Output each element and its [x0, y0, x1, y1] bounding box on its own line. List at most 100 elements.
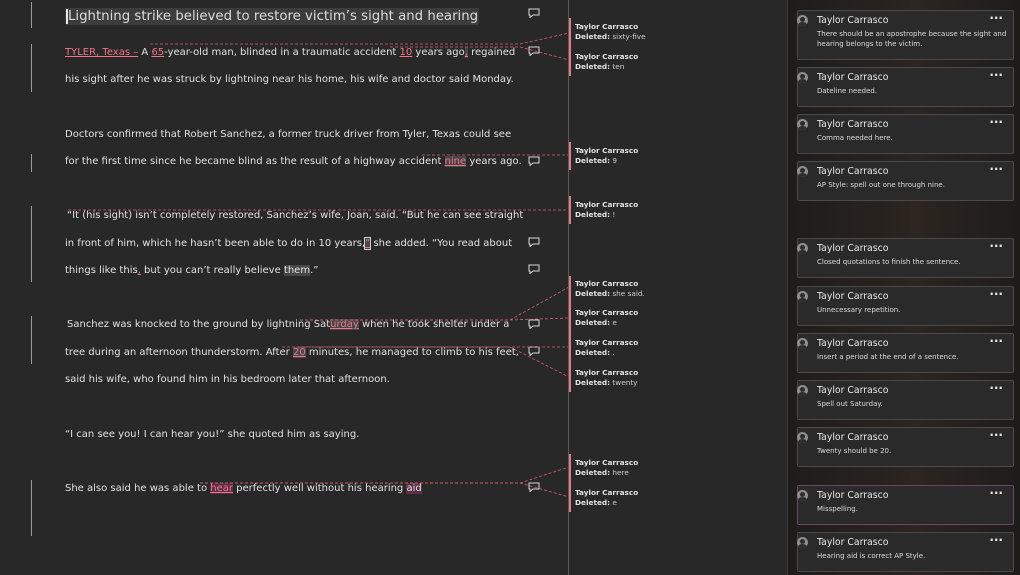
- comment-author: Taylor Carrasco: [817, 72, 889, 83]
- avatar-icon: [797, 291, 808, 302]
- change-bar: [31, 206, 32, 282]
- comment-text: Unnecessary repetition.: [817, 306, 901, 314]
- comment-author: Taylor Carrasco: [817, 537, 889, 548]
- more-options-icon[interactable]: ···: [989, 162, 1003, 176]
- comment-author: Taylor Carrasco: [817, 385, 889, 396]
- revision-marker: [569, 196, 571, 224]
- comment-card[interactable]: Taylor Carrasco ··· Hearing aid is corre…: [797, 532, 1014, 572]
- comment-card[interactable]: Taylor Carrasco ··· Twenty should be 20.: [797, 427, 1014, 467]
- revision-marker: [569, 18, 571, 76]
- comment-text: Dateline needed.: [817, 87, 878, 95]
- more-options-icon[interactable]: ···: [989, 239, 1003, 253]
- more-options-icon[interactable]: ···: [989, 533, 1003, 547]
- comment-icon[interactable]: [528, 346, 540, 356]
- paragraph-2-line-1[interactable]: Doctors confirmed that Robert Sanchez, a…: [65, 129, 511, 140]
- comment-author: Taylor Carrasco: [817, 15, 889, 26]
- revision-balloon[interactable]: Taylor Carrasco Deleted: twenty: [575, 368, 638, 388]
- document-canvas[interactable]: Lightning strike believed to restore vic…: [0, 0, 568, 575]
- comment-author: Taylor Carrasco: [817, 338, 889, 349]
- revision-balloon[interactable]: Taylor Carrasco Deleted: .: [575, 338, 638, 358]
- paragraph-3-line-2[interactable]: in front of him, which he hasn’t been ab…: [65, 237, 512, 250]
- comment-icon[interactable]: [528, 156, 540, 166]
- comment-icon[interactable]: [528, 264, 540, 274]
- comment-text: Misspelling.: [817, 505, 858, 513]
- revision-balloon[interactable]: Taylor Carrasco Deleted: sixty-five: [575, 22, 646, 42]
- change-bar: [31, 44, 32, 92]
- paragraph-2-line-2[interactable]: for the first time since he became blind…: [65, 156, 522, 167]
- twenty-insertion[interactable]: 20: [292, 347, 306, 358]
- more-options-icon[interactable]: ···: [989, 334, 1003, 348]
- more-options-icon[interactable]: ···: [989, 428, 1003, 442]
- age-insertion[interactable]: 65: [151, 47, 164, 58]
- avatar-icon: [797, 385, 808, 396]
- comment-icon[interactable]: [528, 8, 540, 18]
- paragraph-3-line-1[interactable]: “It (his sight) isn’t completely restore…: [67, 210, 523, 221]
- more-options-icon[interactable]: ···: [989, 68, 1003, 82]
- comment-card[interactable]: Taylor Carrasco ··· Unnecessary repetiti…: [797, 286, 1014, 326]
- paragraph-4-line-1[interactable]: Sanchez was knocked to the ground by lig…: [67, 319, 509, 330]
- more-options-icon[interactable]: ···: [989, 486, 1003, 500]
- paragraph-1-line-1[interactable]: TYLER, Texas – A 65-year-old man, blinde…: [65, 47, 515, 58]
- aid-highlight[interactable]: aid: [406, 483, 422, 494]
- revision-marker: [569, 276, 571, 392]
- revision-balloon[interactable]: Taylor Carrasco Deleted: e: [575, 308, 638, 328]
- comment-author: Taylor Carrasco: [817, 119, 889, 130]
- comment-author: Taylor Carrasco: [817, 291, 889, 302]
- more-options-icon[interactable]: ···: [989, 381, 1003, 395]
- comment-icon[interactable]: [528, 237, 540, 247]
- comment-icon[interactable]: [528, 46, 540, 56]
- paragraph-4-line-2[interactable]: tree during an afternoon thunderstorm. A…: [65, 347, 519, 358]
- comment-card[interactable]: Taylor Carrasco ··· Dateline needed.: [797, 67, 1014, 107]
- avatar-icon: [797, 166, 808, 177]
- revision-balloon[interactable]: Taylor Carrasco Deleted: 9: [575, 146, 638, 166]
- comment-text: Insert a period at the end of a sentence…: [817, 353, 959, 361]
- them-highlight[interactable]: them: [283, 265, 311, 276]
- hear-insertion[interactable]: hear: [210, 483, 233, 494]
- more-options-icon[interactable]: ···: [989, 115, 1003, 129]
- comment-card-active[interactable]: Taylor Carrasco ··· Misspelling.: [797, 485, 1014, 525]
- paragraph-1-line-2[interactable]: his sight after he was struck by lightni…: [65, 74, 514, 85]
- paragraph-6[interactable]: She also said he was able to hear perfec…: [65, 483, 422, 494]
- comment-card[interactable]: Taylor Carrasco ··· There should be an a…: [797, 10, 1014, 60]
- revision-balloon[interactable]: Taylor Carrasco Deleted: ten: [575, 52, 638, 72]
- change-bar: [31, 154, 32, 172]
- more-options-icon[interactable]: ···: [989, 11, 1003, 25]
- revision-balloon[interactable]: Taylor Carrasco Deleted: e: [575, 488, 638, 508]
- saturday-insertion[interactable]: urday: [330, 319, 359, 330]
- comment-text: Closed quotations to finish the sentence…: [817, 258, 961, 266]
- comment-icon[interactable]: [528, 482, 540, 492]
- dateline-insertion[interactable]: TYLER, Texas –: [65, 47, 138, 58]
- comment-author: Taylor Carrasco: [817, 432, 889, 443]
- comment-text: AP Style: spell out one through nine.: [817, 181, 945, 189]
- avatar-icon: [797, 338, 808, 349]
- more-options-icon[interactable]: ···: [989, 287, 1003, 301]
- revision-balloon[interactable]: Taylor Carrasco Deleted: here: [575, 458, 638, 478]
- avatar-icon: [797, 72, 808, 83]
- revision-balloon[interactable]: Taylor Carrasco Deleted: !: [575, 200, 638, 220]
- revision-balloon[interactable]: Taylor Carrasco Deleted: she said.: [575, 279, 645, 299]
- comment-card[interactable]: Taylor Carrasco ··· Closed quotations to…: [797, 238, 1014, 278]
- revision-marker: [569, 142, 571, 170]
- nine-insertion[interactable]: nine: [444, 156, 467, 167]
- comment-card[interactable]: Taylor Carrasco ··· Comma needed here.: [797, 114, 1014, 154]
- ten-insertion[interactable]: 10: [400, 47, 413, 58]
- comment-card[interactable]: Taylor Carrasco ··· Spell out Saturday.: [797, 380, 1014, 420]
- comment-card[interactable]: Taylor Carrasco ··· Insert a period at t…: [797, 333, 1014, 373]
- avatar-icon: [797, 432, 808, 443]
- comment-author: Taylor Carrasco: [817, 243, 889, 254]
- paragraph-5[interactable]: “I can see you! I can hear you!” she quo…: [65, 429, 359, 440]
- change-bar: [31, 316, 32, 364]
- comment-text: There should be an apostrophe because th…: [817, 30, 1007, 48]
- revision-marker: [569, 454, 571, 512]
- comment-text: Twenty should be 20.: [817, 447, 892, 455]
- avatar-icon: [797, 15, 808, 26]
- comment-author: Taylor Carrasco: [817, 490, 889, 501]
- comment-icon[interactable]: [528, 319, 540, 329]
- comment-card[interactable]: Taylor Carrasco ··· AP Style: spell out …: [797, 161, 1014, 201]
- avatar-icon: [797, 537, 808, 548]
- comment-text: Spell out Saturday.: [817, 400, 883, 408]
- avatar-icon: [797, 119, 808, 130]
- paragraph-3-line-3[interactable]: things like this, but you can’t really b…: [65, 265, 318, 276]
- paragraph-4-line-3[interactable]: said his wife, who found him in his bedr…: [65, 374, 390, 385]
- document-title[interactable]: Lightning strike believed to restore vic…: [65, 8, 480, 25]
